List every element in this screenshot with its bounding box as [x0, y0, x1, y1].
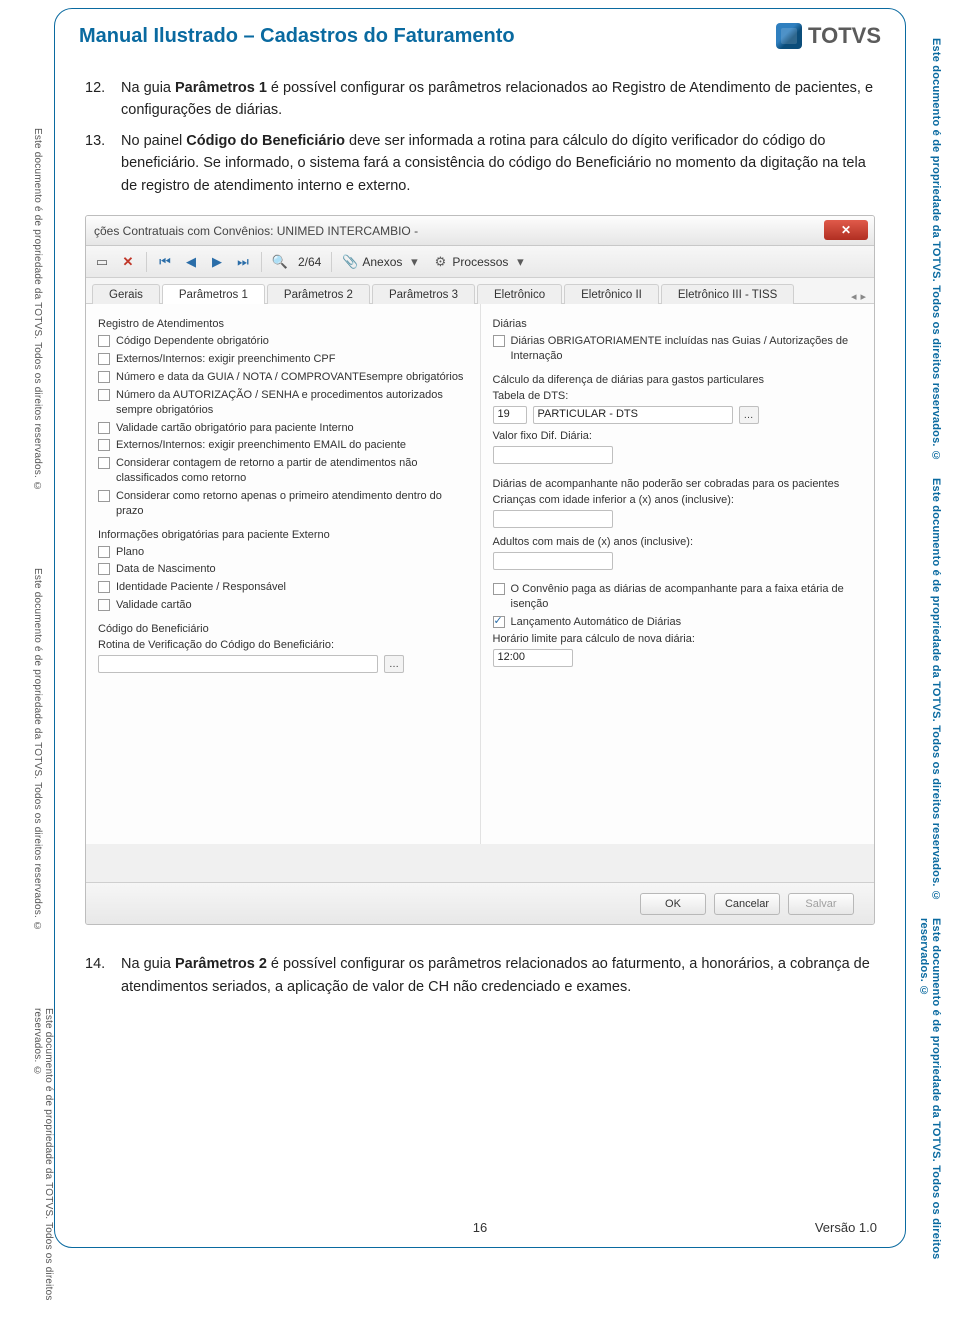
window-titlebar: ções Contratuais com Convênios: UNIMED I… — [86, 216, 874, 246]
new-icon[interactable]: ▭ — [94, 254, 110, 270]
watermark-left-1: Este documento é de propriedade da TOTVS… — [32, 128, 43, 492]
page-frame: Manual Ilustrado – Cadastros do Faturame… — [54, 8, 906, 1248]
window-close-button[interactable]: ✕ — [824, 220, 868, 240]
tabela-lookup-button[interactable]: … — [739, 406, 759, 424]
group-codigo-beneficiario: Código do Beneficiário — [98, 623, 468, 635]
left-pane: Registro de Atendimentos Código Dependen… — [86, 304, 480, 844]
chk-contagem-retorno[interactable] — [98, 457, 110, 469]
chk-validade-cartao[interactable] — [98, 599, 110, 611]
horario-input[interactable]: 12:00 — [493, 649, 573, 667]
gear-icon: ⚙ — [432, 254, 448, 270]
item-14-text: Na guia Parâmetros 2 é possível configur… — [121, 953, 875, 998]
chevron-down-icon: ▾ — [406, 254, 422, 270]
page-header: Manual Ilustrado – Cadastros do Faturame… — [79, 23, 881, 49]
chk-guia-nota[interactable] — [98, 371, 110, 383]
item-14-number: 14. — [85, 953, 111, 998]
rotina-lookup-button[interactable]: … — [384, 655, 404, 673]
item-13-number: 13. — [85, 130, 111, 197]
watermark-right-1: Este documento é de propriedade da TOTVS… — [930, 38, 942, 462]
chk-convenio-paga[interactable] — [493, 583, 505, 595]
window-title-text: ções Contratuais com Convênios: UNIMED I… — [94, 224, 418, 238]
toolbar: ▭ ✕ ⏮ ◀ ▶ ⏭ 🔍 2/64 📎 Anexos ▾ ⚙ Processo… — [86, 246, 874, 278]
record-position: 2/64 — [298, 255, 321, 269]
chk-exigir-email[interactable] — [98, 439, 110, 451]
instruction-list: 12. Na guia Parâmetros 1 é possível conf… — [85, 77, 875, 197]
rotina-input[interactable] — [98, 655, 378, 673]
adultos-input[interactable] — [493, 552, 613, 570]
criancas-input[interactable] — [493, 510, 613, 528]
chk-autorizacao-senha[interactable] — [98, 389, 110, 401]
criancas-label: Crianças com idade inferior a (x) anos (… — [493, 494, 863, 506]
chk-validade-cartao-interno[interactable] — [98, 422, 110, 434]
tabela-desc-input[interactable]: PARTICULAR - DTS — [533, 406, 733, 424]
watermark-left-2: Este documento é de propriedade da TOTVS… — [32, 568, 43, 932]
form-body: Registro de Atendimentos Código Dependen… — [86, 304, 874, 844]
instruction-list-2: 14. Na guia Parâmetros 2 é possível conf… — [85, 953, 875, 998]
processos-menu[interactable]: ⚙ Processos ▾ — [432, 254, 528, 270]
nav-next-icon[interactable]: ▶ — [209, 254, 225, 270]
item-13-text: No painel Código do Beneficiário deve se… — [121, 130, 875, 197]
anexos-menu[interactable]: 📎 Anexos ▾ — [342, 254, 422, 270]
chk-lancamento-automatico[interactable] — [493, 616, 505, 628]
tabela-dts-label: Tabela de DTS: — [493, 390, 863, 402]
group-info-externo: Informações obrigatórias para paciente E… — [98, 529, 468, 541]
rotina-label: Rotina de Verificação do Código do Benef… — [98, 639, 468, 651]
tab-scroll-right-icon[interactable]: ▸ — [860, 290, 866, 303]
version-label: Versão 1.0 — [815, 1220, 877, 1235]
tabela-code-input[interactable]: 19 — [493, 406, 527, 424]
chk-data-nascimento[interactable] — [98, 563, 110, 575]
horario-label: Horário limite para cálculo de nova diár… — [493, 633, 863, 645]
chk-diarias-obrigatorias[interactable] — [493, 335, 505, 347]
page-number: 16 — [473, 1220, 487, 1235]
logo: TOTVS — [776, 23, 881, 49]
item-12-text: Na guia Parâmetros 1 é possível configur… — [121, 77, 875, 122]
valor-fixo-input[interactable] — [493, 446, 613, 464]
calc-diferenca-label: Cálculo da diferença de diárias para gas… — [493, 374, 863, 386]
tab-strip: Gerais Parâmetros 1 Parâmetros 2 Parâmet… — [86, 278, 874, 304]
acompanhante-label: Diárias de acompanhante não poderão ser … — [493, 478, 863, 490]
group-registro-atendimentos: Registro de Atendimentos — [98, 318, 468, 330]
tab-parametros-1[interactable]: Parâmetros 1 — [162, 284, 265, 304]
cancel-button[interactable]: Cancelar — [714, 893, 780, 915]
tab-gerais[interactable]: Gerais — [92, 284, 160, 304]
group-diarias: Diárias — [493, 318, 863, 330]
valor-fixo-label: Valor fixo Dif. Diária: — [493, 430, 863, 442]
nav-first-icon[interactable]: ⏮ — [157, 254, 173, 270]
ok-button[interactable]: OK — [640, 893, 706, 915]
logo-text: TOTVS — [808, 23, 881, 49]
tab-parametros-2[interactable]: Parâmetros 2 — [267, 284, 370, 304]
watermark-right-2: Este documento é de propriedade da TOTVS… — [930, 478, 942, 902]
tab-scroll-left-icon[interactable]: ◂ — [851, 290, 857, 303]
logo-cube-icon — [776, 23, 802, 49]
delete-icon[interactable]: ✕ — [120, 254, 136, 270]
tab-eletronico-2[interactable]: Eletrônico II — [564, 284, 659, 304]
watermark-right-3: Este documento é de propriedade da TOTVS… — [918, 918, 942, 1326]
page-footer: 16 Versão 1.0 — [55, 1220, 905, 1235]
chk-plano[interactable] — [98, 546, 110, 558]
nav-prev-icon[interactable]: ◀ — [183, 254, 199, 270]
chk-identidade[interactable] — [98, 581, 110, 593]
right-pane: Diárias Diárias OBRIGATORIAMENTE incluíd… — [480, 304, 875, 844]
tab-parametros-3[interactable]: Parâmetros 3 — [372, 284, 475, 304]
doc-title: Manual Ilustrado – Cadastros do Faturame… — [79, 25, 515, 48]
item-12-number: 12. — [85, 77, 111, 122]
nav-last-icon[interactable]: ⏭ — [235, 254, 251, 270]
dialog-footer: OK Cancelar Salvar — [86, 882, 874, 924]
tab-eletronico[interactable]: Eletrônico — [477, 284, 562, 304]
adultos-label: Adultos com mais de (x) anos (inclusive)… — [493, 536, 863, 548]
save-button[interactable]: Salvar — [788, 893, 854, 915]
chevron-down-icon: ▾ — [512, 254, 528, 270]
chk-codigo-dependente[interactable] — [98, 335, 110, 347]
app-screenshot: ções Contratuais com Convênios: UNIMED I… — [85, 215, 875, 925]
tab-eletronico-3-tiss[interactable]: Eletrônico III - TISS — [661, 284, 795, 304]
chk-retorno-primeiro[interactable] — [98, 490, 110, 502]
search-icon[interactable]: 🔍 — [272, 254, 288, 270]
chk-exigir-cpf[interactable] — [98, 353, 110, 365]
watermark-left-3: Este documento é de propriedade da TOTVS… — [32, 1008, 54, 1326]
attachment-icon: 📎 — [342, 254, 358, 270]
